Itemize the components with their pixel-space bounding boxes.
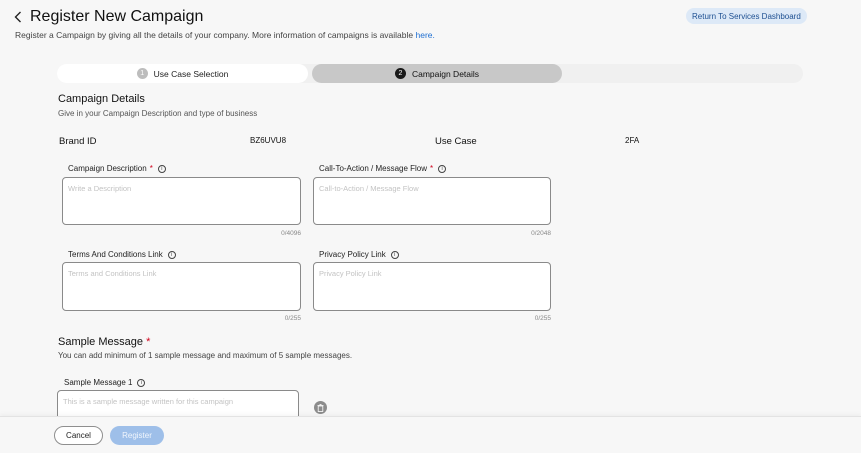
register-button[interactable]: Register: [110, 426, 164, 445]
required-marker: *: [430, 164, 434, 173]
privacy-link-input[interactable]: [313, 262, 551, 311]
info-icon[interactable]: i: [390, 250, 399, 259]
required-marker: *: [146, 336, 151, 348]
step-label: Use Case Selection: [153, 68, 229, 79]
step-label: Campaign Details: [411, 68, 480, 79]
field-label-text: Call-To-Action / Message Flow: [319, 164, 428, 173]
terms-link-label: Terms And Conditions Link i: [68, 250, 176, 259]
char-counter: 0/2048: [531, 230, 551, 237]
footer-bar: Cancel Register: [0, 416, 861, 453]
brand-id-label: Brand ID: [59, 136, 97, 147]
section-title: Campaign Details: [58, 93, 145, 105]
info-icon[interactable]: i: [137, 378, 146, 387]
required-marker: *: [149, 164, 153, 173]
call-to-action-input[interactable]: [313, 177, 551, 225]
return-to-dashboard-button[interactable]: Return To Services Dashboard: [686, 8, 807, 24]
section-subtitle: Give in your Campaign Description and ty…: [58, 109, 258, 118]
char-counter: 0/255: [284, 315, 301, 322]
page-subtitle-text: Register a Campaign by giving all the de…: [15, 30, 416, 40]
field-label-text: Privacy Policy Link: [319, 250, 386, 259]
page-header: Register New Campaign Register a Campaig…: [14, 8, 435, 40]
step-number: 2: [394, 68, 406, 79]
field-label-text: Terms And Conditions Link: [68, 250, 163, 259]
page-title: Register New Campaign: [30, 8, 204, 25]
brand-id-value: BZ6UVU8: [250, 136, 287, 145]
trash-icon[interactable]: [314, 401, 327, 414]
privacy-link-label: Privacy Policy Link i: [319, 250, 399, 259]
sample-message-subtitle: You can add minimum of 1 sample message …: [58, 351, 353, 360]
field-label-text: Campaign Description: [68, 164, 147, 173]
stepper: 1 Use Case Selection 2 Campaign Details: [57, 64, 803, 83]
sample-title-text: Sample Message: [58, 336, 143, 348]
info-icon[interactable]: i: [157, 164, 166, 173]
chevron-left-icon[interactable]: [14, 10, 24, 24]
char-counter: 0/255: [534, 315, 551, 322]
field-label-text: Sample Message 1: [64, 378, 133, 387]
campaign-description-label: Campaign Description * i: [68, 164, 166, 173]
more-info-link[interactable]: here.: [416, 30, 435, 40]
terms-link-input[interactable]: [62, 262, 301, 311]
sample-message-1-label: Sample Message 1 i: [64, 378, 146, 387]
use-case-label: Use Case: [435, 136, 477, 147]
campaign-description-input[interactable]: [62, 177, 301, 225]
char-counter: 0/4096: [281, 230, 301, 237]
cancel-button[interactable]: Cancel: [54, 426, 103, 445]
step-number: 1: [136, 68, 148, 79]
info-icon[interactable]: i: [438, 164, 447, 173]
sample-message-title: Sample Message *: [58, 336, 150, 348]
info-icon[interactable]: i: [167, 250, 176, 259]
step-campaign-details[interactable]: 2 Campaign Details: [312, 64, 562, 83]
use-case-value: 2FA: [625, 136, 640, 145]
step-use-case-selection[interactable]: 1 Use Case Selection: [57, 64, 308, 83]
page-subtitle: Register a Campaign by giving all the de…: [15, 30, 435, 40]
call-to-action-label: Call-To-Action / Message Flow * i: [319, 164, 447, 173]
